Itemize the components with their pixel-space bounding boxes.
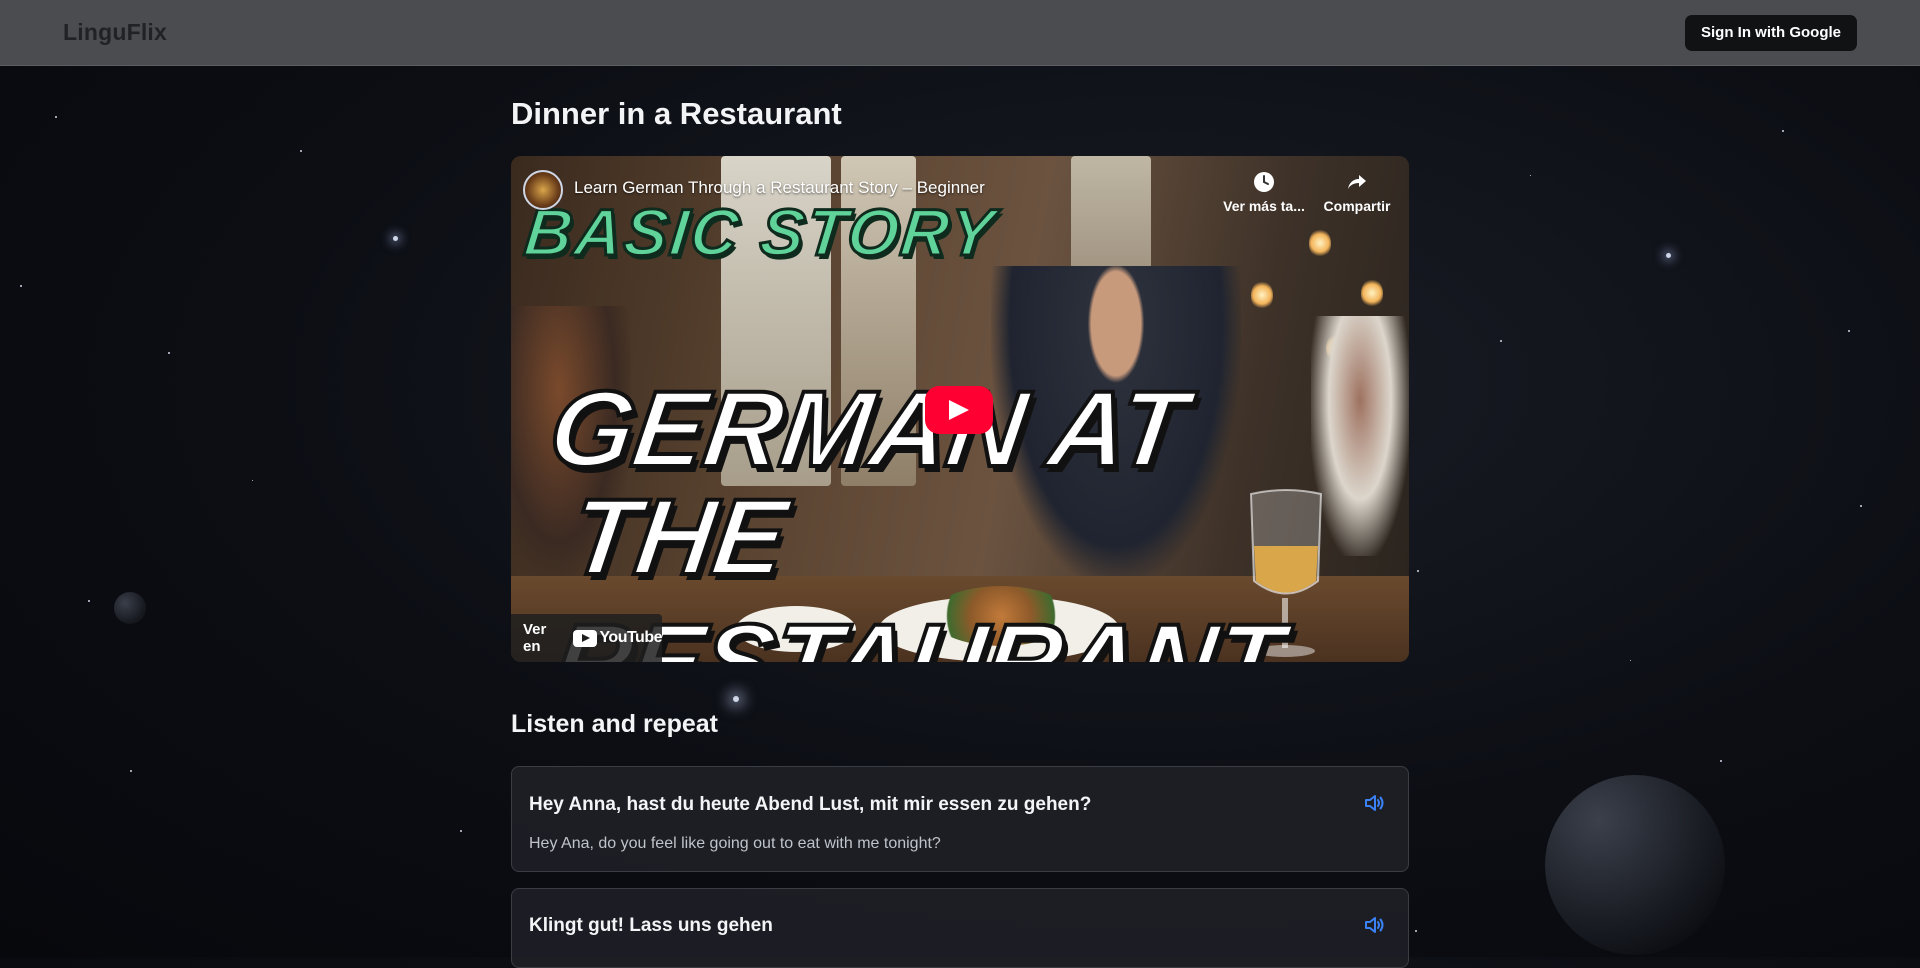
star — [1666, 253, 1671, 258]
watch-on-label: Ver en — [523, 621, 547, 655]
thumbnail-lamp — [1361, 279, 1383, 307]
star — [1860, 505, 1862, 507]
phrase-german: Klingt gut! Lass uns gehen — [529, 915, 773, 936]
star — [733, 696, 739, 702]
star — [1500, 340, 1502, 342]
sign-in-google-button[interactable]: Sign In with Google — [1685, 15, 1857, 51]
star — [300, 150, 302, 152]
phrase-card: Klingt gut! Lass uns gehen — [511, 888, 1409, 968]
star — [460, 830, 462, 832]
thumbnail-headline-1: GERMAN AT — [540, 366, 1194, 491]
star — [168, 352, 170, 354]
youtube-wordmark: YouTube — [599, 629, 662, 646]
share-arrow-icon — [1348, 175, 1366, 189]
thumbnail-tagline: BASIC STORY — [520, 194, 1001, 271]
star — [1848, 330, 1850, 332]
brand-logo[interactable]: LinguFlix — [63, 19, 167, 46]
star — [1630, 660, 1631, 661]
video-title[interactable]: Learn German Through a Restaurant Story … — [574, 178, 985, 198]
play-button[interactable] — [925, 386, 993, 434]
phrase-card: Hey Anna, hast du heute Abend Lust, mit … — [511, 766, 1409, 872]
star — [55, 116, 57, 118]
section-title: Listen and repeat — [511, 710, 718, 738]
channel-avatar[interactable] — [523, 170, 563, 210]
play-icon — [949, 400, 969, 420]
top-navbar: LinguFlix Sign In with Google — [0, 0, 1920, 66]
phrase-german: Hey Anna, hast du heute Abend Lust, mit … — [529, 794, 1092, 815]
star — [1415, 930, 1417, 932]
youtube-logo: YouTube — [573, 629, 662, 647]
star — [252, 480, 253, 481]
share-button[interactable]: Compartir — [1317, 170, 1397, 214]
star — [1530, 175, 1531, 176]
small-planet — [114, 592, 146, 624]
page-title: Dinner in a Restaurant — [511, 96, 842, 131]
speaker-icon[interactable] — [1362, 791, 1386, 815]
watch-on-youtube-button[interactable]: Ver en YouTube — [511, 614, 662, 662]
star — [20, 285, 22, 287]
speaker-icon[interactable] — [1362, 913, 1386, 937]
star — [393, 236, 398, 241]
star — [88, 600, 90, 602]
thumbnail-lamp — [1309, 229, 1331, 257]
share-label: Compartir — [1323, 198, 1391, 214]
star — [1417, 570, 1419, 572]
star — [1720, 760, 1722, 762]
thumbnail-headline-2: THE RESTAURANT — [544, 474, 1291, 662]
star — [1782, 130, 1784, 132]
large-planet — [1545, 775, 1725, 955]
video-embed[interactable]: BASIC STORY GERMAN AT THE RESTAURANT Lea… — [511, 156, 1409, 662]
phrase-english: Hey Ana, do you feel like going out to e… — [529, 835, 941, 852]
thumbnail-lamp — [1251, 281, 1273, 309]
youtube-play-icon — [573, 629, 598, 647]
watch-later-button[interactable]: Ver más ta... — [1221, 170, 1307, 214]
watch-later-label: Ver más ta... — [1223, 198, 1305, 214]
clock-icon — [1254, 172, 1274, 192]
star — [130, 770, 132, 772]
